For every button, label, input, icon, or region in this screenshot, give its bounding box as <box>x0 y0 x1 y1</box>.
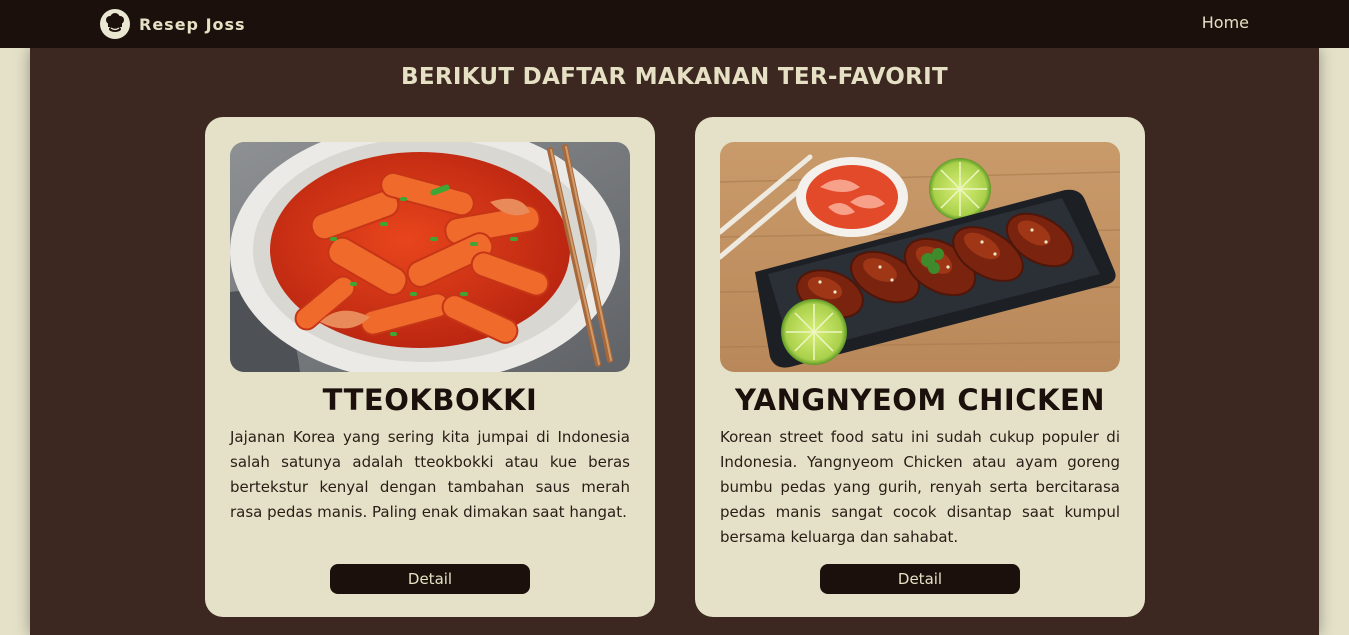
page-title: BERIKUT DAFTAR MAKANAN TER-FAVORIT <box>400 64 949 90</box>
yangnyeom-chicken-image <box>720 142 1120 372</box>
chef-hat-icon <box>100 9 130 39</box>
food-card-tteokbokki: TTEOKBOKKI Jajanan Korea yang sering kit… <box>205 117 655 617</box>
main-content: BERIKUT DAFTAR MAKANAN TER-FAVORIT TTEOK… <box>30 48 1319 635</box>
card-title: YANGNYEOM CHICKEN <box>734 383 1106 417</box>
brand-name: Resep Joss <box>139 14 246 34</box>
navbar: Resep Joss Home <box>0 0 1349 48</box>
card-description: Korean street food satu ini sudah cukup … <box>720 428 1120 546</box>
card-title: TTEOKBOKKI <box>322 383 538 417</box>
food-card-yangnyeom-chicken: YANGNYEOM CHICKEN Korean street food sat… <box>695 117 1145 617</box>
detail-button-tteokbokki[interactable]: Detail <box>330 564 530 594</box>
card-description: Jajanan Korea yang sering kita jumpai di… <box>230 428 630 521</box>
brand-link[interactable]: Resep Joss <box>100 9 246 39</box>
detail-button-yangnyeom-chicken[interactable]: Detail <box>820 564 1020 594</box>
nav-link-home[interactable]: Home <box>1202 13 1249 32</box>
tteokbokki-image <box>230 142 630 372</box>
